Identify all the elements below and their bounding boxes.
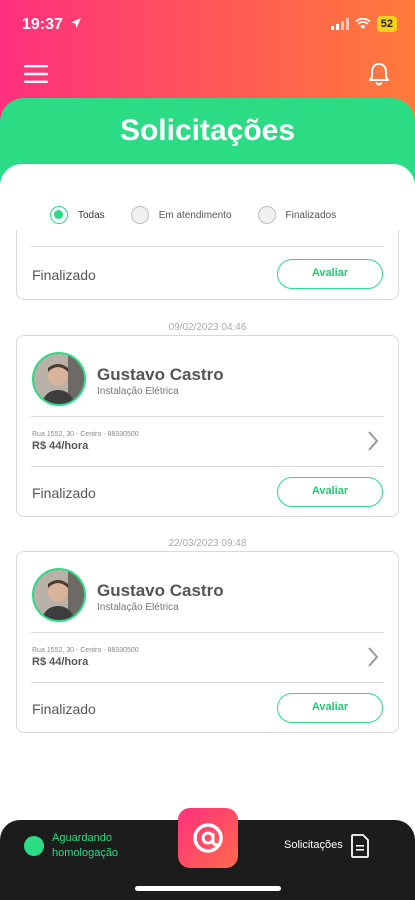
divider: [31, 682, 384, 683]
divider: [31, 466, 384, 467]
status-dot-icon: [24, 836, 44, 856]
homologation-status[interactable]: Aguardando homologação: [52, 831, 142, 861]
person-name: Gustavo Castro: [97, 581, 224, 600]
page-title: Solicitações: [119, 114, 296, 147]
at-sign-button[interactable]: [178, 808, 238, 868]
filter-label: Todas: [78, 209, 105, 221]
request-status: Finalizado: [32, 485, 96, 501]
filter-todas[interactable]: Todas: [50, 206, 105, 224]
status-indicators: 52: [330, 16, 397, 32]
signal-icon: [330, 18, 349, 30]
filter-finalizados[interactable]: Finalizados: [257, 206, 337, 224]
filter-radio-group: Todas Em atendimento Finalizados: [50, 206, 395, 224]
address: Rua 1552, 30 - Centro - 88330500: [32, 647, 139, 654]
status-time: 19:37: [22, 16, 63, 33]
price: R$ 44/hora: [32, 656, 89, 668]
hamburger-menu-icon[interactable]: [24, 64, 48, 84]
chevron-right-icon[interactable]: [366, 430, 380, 452]
document-icon[interactable]: [350, 834, 370, 858]
battery-indicator: 52: [376, 16, 397, 32]
avatar: [32, 568, 86, 622]
request-status: Finalizado: [32, 267, 96, 283]
at-sign-icon: [193, 823, 223, 853]
request-date: 09/02/2023 04:46: [168, 322, 247, 333]
wifi-icon: [355, 18, 371, 29]
chevron-right-icon[interactable]: [366, 646, 380, 668]
request-card: Finalizado Avaliar: [16, 230, 399, 300]
home-indicator: [135, 886, 281, 891]
service-name: Instalação Elétrica: [97, 602, 179, 613]
tab-solicitacoes[interactable]: Solicitações: [284, 839, 343, 851]
divider: [31, 416, 384, 417]
divider: [31, 246, 384, 247]
request-card[interactable]: Gustavo Castro Instalação Elétrica Rua 1…: [16, 335, 399, 517]
radio-selected-icon[interactable]: [50, 206, 68, 224]
avatar: [32, 352, 86, 406]
service-name: Instalação Elétrica: [97, 386, 179, 397]
location-arrow-icon: [71, 18, 81, 28]
status-bar: 19:37 52: [0, 0, 415, 50]
price: R$ 44/hora: [32, 440, 89, 452]
avaliar-button[interactable]: Avaliar: [277, 693, 383, 723]
radio-unselected-icon[interactable]: [130, 206, 149, 224]
request-status: Finalizado: [32, 701, 96, 717]
filter-label: Em atendimento: [158, 209, 232, 221]
bell-icon[interactable]: [367, 61, 391, 87]
requests-content: Todas Em atendimento Finalizados Finaliz…: [0, 164, 415, 820]
request-date: 22/03/2023 09:48: [168, 538, 247, 549]
divider: [31, 632, 384, 633]
filter-em-atendimento[interactable]: Em atendimento: [130, 206, 232, 224]
avaliar-button[interactable]: Avaliar: [277, 259, 383, 289]
request-card[interactable]: Gustavo Castro Instalação Elétrica Rua 1…: [16, 551, 399, 733]
radio-unselected-icon[interactable]: [257, 206, 276, 224]
filter-label: Finalizados: [285, 209, 337, 221]
person-name: Gustavo Castro: [97, 365, 224, 384]
address: Rua 1552, 30 - Centro - 88330500: [32, 431, 139, 438]
bottom-tab-bar: Aguardando homologação Solicitações: [0, 808, 415, 900]
avaliar-button[interactable]: Avaliar: [277, 477, 383, 507]
